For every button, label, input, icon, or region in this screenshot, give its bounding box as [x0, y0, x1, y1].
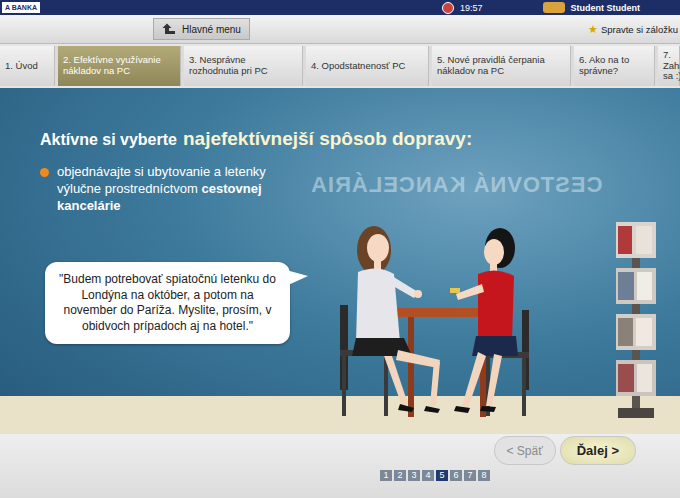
page-number[interactable]: 7	[464, 470, 476, 481]
chapter-tabs: 1. Úvod2. Efektívne využívanie nákladov …	[0, 46, 680, 86]
bullet-icon	[40, 168, 49, 177]
slide-heading: Aktívne si vybertenajefektívnejší spôsob…	[40, 128, 680, 150]
bank-logo: A BANKA	[2, 2, 40, 13]
floor	[0, 396, 680, 434]
bookmark-link[interactable]: ★Spravte si záložku	[588, 23, 678, 36]
page-number[interactable]: 3	[408, 470, 420, 481]
pagination: 12345678	[0, 465, 680, 481]
page-number[interactable]: 6	[450, 470, 462, 481]
chapter-tab[interactable]: 3. Nesprávne rozhodnutia pri PC	[184, 46, 303, 86]
user: Student Student	[543, 2, 641, 14]
user-icon	[543, 2, 565, 13]
course-screen: A BANKA 19:57 Student Student Hlavné menu ★S…	[0, 0, 680, 498]
brochure-stand-icon	[612, 212, 660, 422]
clock-icon	[442, 2, 454, 14]
up-arrow-icon	[162, 23, 176, 35]
page-number[interactable]: 1	[380, 470, 392, 481]
chapter-tab[interactable]: 6. Ako na to správne?	[574, 46, 655, 86]
slide: CESTOVNÁ KANCELÁRIA Aktívne si vybertenaj…	[0, 88, 680, 434]
bullet-item: objednávajte si ubytovanie a letenky výl…	[40, 164, 680, 215]
speech-bubble: "Budem potrebovať spiatočnú letenku do L…	[45, 262, 290, 344]
next-button[interactable]: Ďalej >	[560, 436, 636, 465]
page-number[interactable]: 5	[436, 470, 448, 481]
chapter-tab[interactable]: 5. Nové pravidlá čerpania nákladov na PC	[432, 46, 571, 86]
back-button[interactable]: < Späť	[494, 436, 556, 465]
page-number[interactable]: 2	[394, 470, 406, 481]
customers-at-table-icon	[322, 210, 562, 430]
header-bar: A BANKA 19:57 Student Student	[0, 0, 680, 15]
chapter-tab[interactable]: 7. Zahrajte sa :)	[658, 46, 680, 86]
page-number[interactable]: 4	[422, 470, 434, 481]
chapter-tab[interactable]: 2. Efektívne využívanie nákladov na PC	[58, 46, 181, 86]
travel-agency-sign: CESTOVNÁ KANCELÁRIA	[310, 172, 602, 198]
chapter-tab[interactable]: 1. Úvod	[0, 46, 55, 86]
star-icon: ★	[588, 23, 598, 36]
chapter-tab[interactable]: 4. Opodstatnenosť PC	[306, 46, 429, 86]
main-menu-button[interactable]: Hlavné menu	[153, 18, 250, 40]
clock: 19:57	[442, 2, 483, 14]
page-number[interactable]: 8	[478, 470, 490, 481]
toolbar: Hlavné menu ★Spravte si záložku	[0, 15, 680, 44]
bottom-bar: < SpäťĎalej >12345678	[0, 434, 680, 498]
